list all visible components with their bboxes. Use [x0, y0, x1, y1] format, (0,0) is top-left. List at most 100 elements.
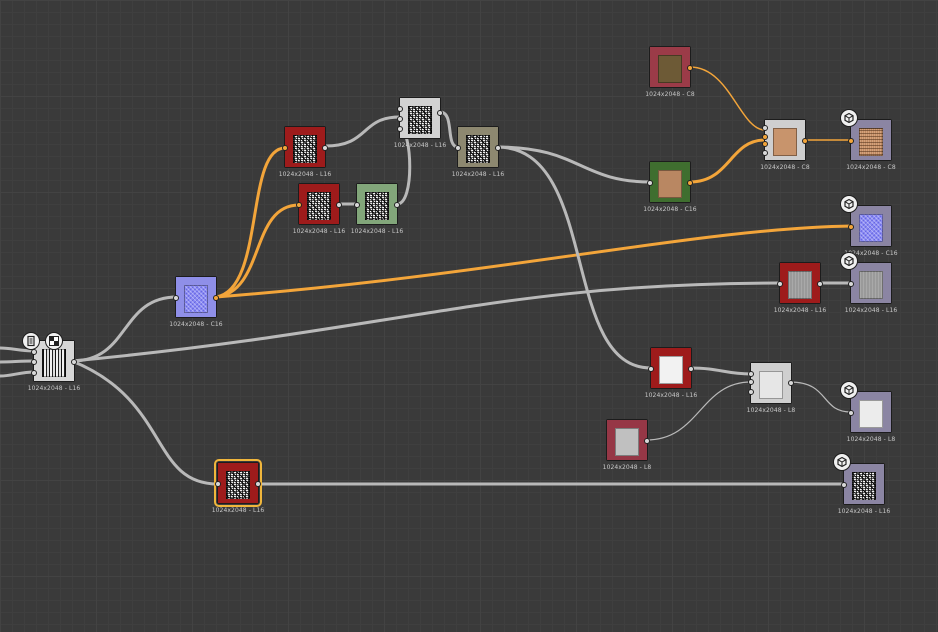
wire[interactable]: [645, 381, 752, 441]
output-port[interactable]: [495, 145, 501, 151]
wire[interactable]: [689, 66, 766, 131]
input-port[interactable]: [748, 371, 754, 377]
input-port[interactable]: [848, 224, 854, 230]
wire[interactable]: [323, 115, 402, 148]
node-label: 1024x2048 - L16: [393, 142, 447, 149]
output-node-height[interactable]: 1024x2048 - L16: [838, 463, 890, 515]
output-cube-icon[interactable]: [840, 195, 858, 213]
input-port[interactable]: [31, 359, 37, 365]
output-node-basecolor[interactable]: 1024x2048 - C8: [846, 119, 896, 171]
input-port[interactable]: [397, 106, 403, 112]
input-port[interactable]: [648, 366, 654, 372]
node-label: 1024x2048 - L16: [837, 508, 891, 515]
wire[interactable]: [688, 138, 767, 184]
input-port[interactable]: [173, 295, 179, 301]
red-node[interactable]: 1024x2048 - L16: [293, 183, 345, 235]
red-node[interactable]: 1024x2048 - L16: [279, 126, 331, 178]
blend-node[interactable]: 1024x2048 - C8: [760, 119, 810, 171]
blend-node[interactable]: 1024x2048 - L16: [394, 97, 446, 149]
node-thumbnail: [859, 128, 883, 156]
blend-node[interactable]: 1024x2048 - L8: [747, 362, 795, 414]
node-label: 1024x2048 - L16: [292, 228, 346, 235]
rose-node[interactable]: 1024x2048 - L8: [603, 419, 651, 471]
output-cube-icon[interactable]: [840, 252, 858, 270]
input-port[interactable]: [215, 481, 221, 487]
wire[interactable]: [0, 359, 37, 364]
input-port[interactable]: [748, 389, 754, 395]
wire[interactable]: [214, 203, 301, 299]
wire[interactable]: [70, 359, 220, 486]
red-node[interactable]: 1024x2048 - L16: [645, 347, 697, 399]
node-thumbnail: [658, 55, 682, 83]
wire[interactable]: [214, 224, 854, 299]
input-port[interactable]: [31, 370, 37, 376]
red-node[interactable]: 1024x2048 - L16: [774, 262, 826, 314]
input-port[interactable]: [455, 145, 461, 151]
output-port[interactable]: [788, 380, 794, 386]
output-node-normal[interactable]: 1024x2048 - C16: [844, 205, 898, 257]
output-port[interactable]: [688, 366, 694, 372]
output-cube-icon[interactable]: [840, 109, 858, 127]
input-port[interactable]: [354, 202, 360, 208]
input-port[interactable]: [848, 138, 854, 144]
input-port[interactable]: [397, 126, 403, 132]
green-node[interactable]: 1024x2048 - L16: [351, 183, 403, 235]
olive-node[interactable]: 1024x2048 - L16: [452, 126, 504, 178]
node-label: 1024x2048 - L16: [211, 507, 265, 514]
selected-node[interactable]: 1024x2048 - L16: [212, 459, 264, 514]
node-label: 1024x2048 - L8: [846, 436, 896, 443]
node-label: 1024x2048 - L16: [773, 307, 827, 314]
node-label: 1024x2048 - C16: [169, 321, 223, 328]
checker-icon[interactable]: [45, 332, 63, 350]
output-node-l8[interactable]: 1024x2048 - L8: [847, 391, 895, 443]
node-label: 1024x2048 - L16: [27, 385, 81, 392]
node-thumbnail: [365, 192, 389, 220]
output-port[interactable]: [437, 110, 443, 116]
gradient-map-node[interactable]: 1024x2048 - C16: [643, 161, 697, 213]
output-port[interactable]: [71, 359, 77, 365]
output-port[interactable]: [213, 295, 219, 301]
wire[interactable]: [70, 295, 179, 363]
node-thumbnail: [859, 400, 883, 428]
node-label: 1024x2048 - C8: [760, 164, 810, 171]
input-port[interactable]: [282, 145, 288, 151]
wire[interactable]: [214, 146, 287, 299]
output-cube-icon[interactable]: [833, 453, 851, 471]
wire[interactable]: [395, 126, 412, 206]
output-port[interactable]: [687, 180, 693, 186]
input-port[interactable]: [397, 116, 403, 122]
output-port[interactable]: [802, 138, 808, 144]
normal-node[interactable]: 1024x2048 - C16: [169, 276, 223, 328]
input-port[interactable]: [777, 281, 783, 287]
input-port[interactable]: [848, 410, 854, 416]
output-port[interactable]: [394, 202, 400, 208]
input-port[interactable]: [647, 180, 653, 186]
wire[interactable]: [495, 145, 653, 370]
input-port[interactable]: [296, 202, 302, 208]
output-port[interactable]: [336, 202, 342, 208]
output-port[interactable]: [644, 438, 650, 444]
output-node-roughness[interactable]: 1024x2048 - L16: [845, 262, 897, 314]
document-icon[interactable]: [22, 332, 40, 350]
node-label: 1024x2048 - L8: [746, 407, 796, 414]
base-color-node[interactable]: 1024x2048 - C8: [645, 46, 695, 98]
wire[interactable]: [688, 366, 753, 376]
input-port[interactable]: [748, 379, 754, 385]
wire[interactable]: [495, 145, 653, 184]
node-label: 1024x2048 - C16: [643, 206, 697, 213]
output-cube-icon[interactable]: [840, 381, 858, 399]
input-port[interactable]: [762, 150, 768, 156]
input-port[interactable]: [762, 125, 768, 131]
input-port[interactable]: [762, 141, 768, 147]
node-label: 1024x2048 - C8: [645, 91, 695, 98]
input-port[interactable]: [762, 134, 768, 140]
output-port[interactable]: [817, 281, 823, 287]
input-port[interactable]: [848, 281, 854, 287]
wire[interactable]: [0, 370, 37, 378]
node-thumbnail: [759, 371, 783, 399]
input-port[interactable]: [841, 482, 847, 488]
output-port[interactable]: [255, 481, 261, 487]
output-port[interactable]: [322, 145, 328, 151]
node-thumbnail: [788, 271, 812, 299]
output-port[interactable]: [687, 65, 693, 71]
